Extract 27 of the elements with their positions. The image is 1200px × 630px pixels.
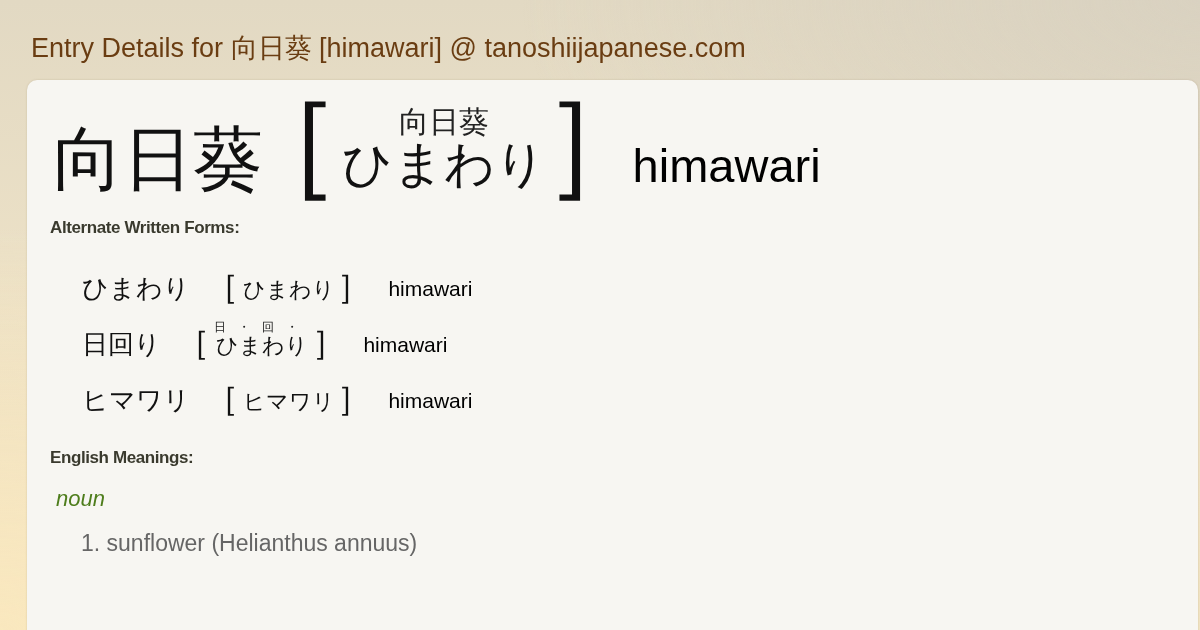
section-heading: Alternate Written Forms: [50,218,241,238]
page-title: Entry Details for 向日葵 [himawari] @ tanoshiijapanese.com [31,32,747,64]
alternate-word: ヒマワリ [82,387,190,413]
reading-text: ひまわり [243,277,336,301]
alternate-word: ひまわり [82,275,190,301]
reading-text: ひまわり [216,333,309,357]
romaji-text: himawari [388,275,473,301]
section-heading: English Meanings: [50,448,195,468]
open-bracket: ［ [226,268,237,304]
romaji-text: himawari [363,331,448,357]
reading-text: ヒマワリ [243,389,336,413]
romaji-text: himawari [388,387,473,413]
close-bracket: ］ [315,324,326,360]
close-bracket: ］ [340,268,351,304]
open-bracket: ［ [197,324,208,360]
reading-text: ひまわり [341,137,546,190]
close-bracket: ］ [340,380,351,416]
close-bracket: ］ [553,81,589,202]
furigana-text: 日・回・ [214,320,311,334]
meaning-text: 1. sunflower (Helianthus annuus) [81,529,419,557]
open-bracket: ［ [226,380,237,416]
open-bracket: ［ [299,81,334,202]
alternate-word: 日回り [82,331,161,357]
headword: 向日葵 [53,124,263,194]
romaji-text: himawari [632,137,821,194]
furigana-text: 向日葵 [398,104,489,138]
part-of-speech: noun [56,486,106,512]
